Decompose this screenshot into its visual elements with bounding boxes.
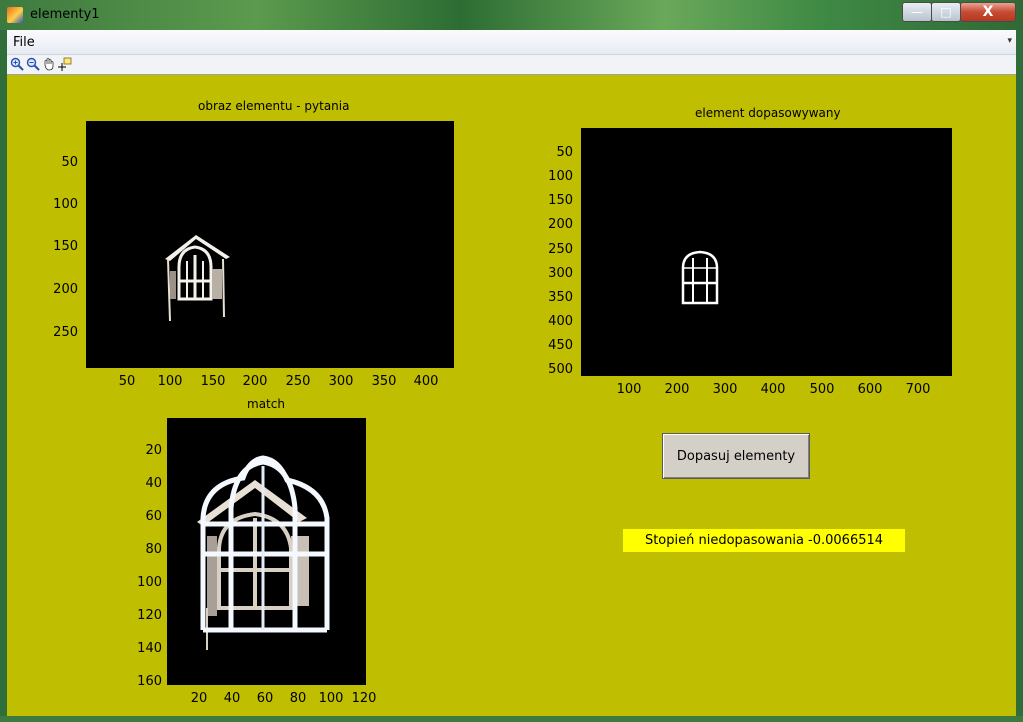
axes3-title: match: [247, 397, 285, 411]
toolbar: [7, 55, 1016, 75]
axes2-ytick: 400: [548, 314, 573, 329]
maximize-button[interactable]: □: [931, 2, 961, 22]
axes1-ytick: 100: [53, 197, 78, 212]
axes3-ytick: 20: [145, 443, 162, 458]
axes1-ytick: 150: [53, 239, 78, 254]
axes3-ytick: 80: [145, 542, 162, 557]
axes2-ytick: 50: [556, 145, 573, 160]
data-cursor-icon[interactable]: [58, 57, 72, 71]
axes2-ytick: 200: [548, 217, 573, 232]
axes1-title: obraz elementu - pytania: [198, 99, 350, 113]
axes3-ytick: 140: [137, 641, 162, 656]
axes2-ytick: 250: [548, 242, 573, 257]
mismatch-degree-text: Stopień niedopasowania -0.0066514: [623, 529, 905, 552]
menu-overflow-icon[interactable]: ▾: [1007, 36, 1012, 46]
axes1-xtick: 400: [413, 374, 439, 389]
axes3-ytick: 60: [145, 509, 162, 524]
close-button[interactable]: X: [960, 2, 1016, 22]
axes2-ytick: 500: [548, 362, 573, 377]
axes1-xtick: 150: [200, 374, 226, 389]
axes1-xtick: 50: [118, 374, 136, 389]
menu-file[interactable]: File: [13, 35, 35, 50]
window-title: elementy1: [30, 7, 100, 22]
axes3-ytick: 40: [145, 476, 162, 491]
axes2-ytick: 150: [548, 193, 573, 208]
axes2-xtick: 400: [760, 382, 786, 397]
axes1-ytick: 200: [53, 282, 78, 297]
matlab-icon: [7, 7, 23, 23]
axes2-xtick: 100: [616, 382, 642, 397]
axes3-ytick: 100: [137, 575, 162, 590]
axes1-xtick: 350: [371, 374, 397, 389]
axes2-xtick: 200: [664, 382, 690, 397]
axes3-xtick: 120: [351, 691, 377, 706]
axes2-title: element dopasowywany: [695, 106, 841, 120]
axes2-image[interactable]: [581, 128, 952, 376]
axes2-ytick: 100: [548, 169, 573, 184]
axes2-xtick: 600: [857, 382, 883, 397]
match-overlay-image: [197, 455, 330, 650]
axes1-xtick: 200: [242, 374, 268, 389]
axes1-xtick: 300: [328, 374, 354, 389]
menu-bar: File ▾: [7, 30, 1016, 55]
axes1-image[interactable]: [86, 121, 454, 368]
axes1-ytick: 250: [53, 325, 78, 340]
match-elements-button[interactable]: Dopasuj elementy: [662, 433, 810, 479]
figure-canvas: obraz elementu - pytania 50 100 150 200 …: [7, 75, 1016, 716]
axes2-ytick: 450: [548, 338, 573, 353]
axes3-ytick: 120: [137, 608, 162, 623]
minimize-button[interactable]: —: [902, 2, 932, 22]
axes1-xtick: 250: [285, 374, 311, 389]
axes3-image[interactable]: [167, 418, 366, 685]
window-bottom-border: [0, 716, 1023, 722]
axes2-xtick: 300: [712, 382, 738, 397]
axes1-ytick: 50: [61, 155, 78, 170]
axes2-ytick: 350: [548, 290, 573, 305]
query-element-image: [165, 235, 230, 322]
zoom-out-icon[interactable]: [26, 57, 40, 71]
axes2-xtick: 500: [809, 382, 835, 397]
pan-hand-icon[interactable]: [42, 57, 56, 71]
window-titlebar[interactable]: elementy1 — □ X: [0, 0, 1023, 30]
axes3-ytick: 160: [137, 674, 162, 689]
axes1-xtick: 100: [157, 374, 183, 389]
axes2-xtick: 700: [905, 382, 931, 397]
zoom-in-icon[interactable]: [10, 57, 24, 71]
axes2-ytick: 300: [548, 266, 573, 281]
target-element-image: [681, 250, 719, 305]
